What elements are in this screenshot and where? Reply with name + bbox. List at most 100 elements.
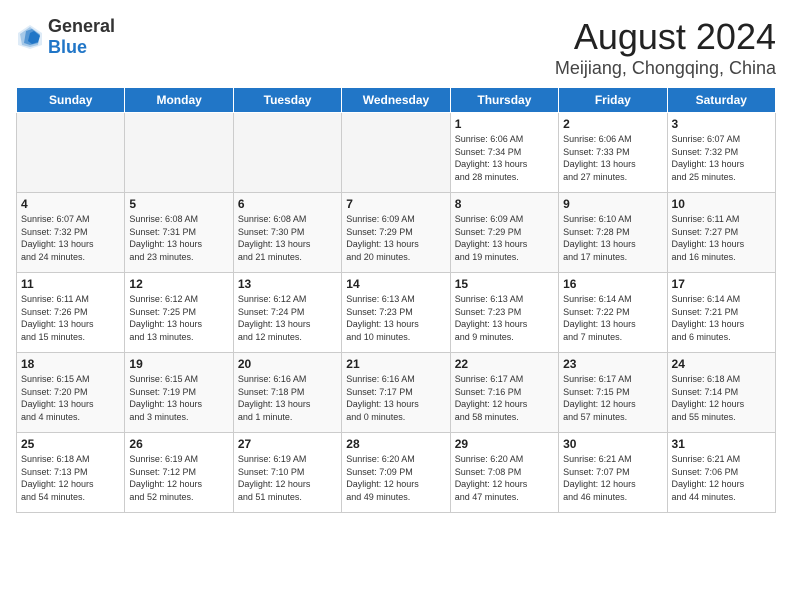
- header-day-sunday: Sunday: [17, 88, 125, 113]
- day-number: 6: [238, 197, 337, 211]
- day-info: Sunrise: 6:18 AM Sunset: 7:14 PM Dayligh…: [672, 373, 771, 423]
- day-number: 21: [346, 357, 445, 371]
- day-info: Sunrise: 6:15 AM Sunset: 7:20 PM Dayligh…: [21, 373, 120, 423]
- calendar-cell: 25 Sunrise: 6:18 AM Sunset: 7:13 PM Dayli…: [17, 433, 125, 513]
- header-day-tuesday: Tuesday: [233, 88, 341, 113]
- day-info: Sunrise: 6:13 AM Sunset: 7:23 PM Dayligh…: [346, 293, 445, 343]
- day-number: 11: [21, 277, 120, 291]
- logo: General Blue: [16, 16, 115, 58]
- day-info: Sunrise: 6:09 AM Sunset: 7:29 PM Dayligh…: [346, 213, 445, 263]
- calendar-cell: 6 Sunrise: 6:08 AM Sunset: 7:30 PM Daylig…: [233, 193, 341, 273]
- calendar-week-2: 4 Sunrise: 6:07 AM Sunset: 7:32 PM Daylig…: [17, 193, 776, 273]
- calendar-cell: 8 Sunrise: 6:09 AM Sunset: 7:29 PM Daylig…: [450, 193, 558, 273]
- calendar-cell: 13 Sunrise: 6:12 AM Sunset: 7:24 PM Dayli…: [233, 273, 341, 353]
- day-info: Sunrise: 6:08 AM Sunset: 7:31 PM Dayligh…: [129, 213, 228, 263]
- header-day-saturday: Saturday: [667, 88, 775, 113]
- header-day-friday: Friday: [559, 88, 667, 113]
- header-row: SundayMondayTuesdayWednesdayThursdayFrid…: [17, 88, 776, 113]
- calendar-cell: [125, 113, 233, 193]
- day-number: 8: [455, 197, 554, 211]
- calendar-cell: 30 Sunrise: 6:21 AM Sunset: 7:07 PM Dayli…: [559, 433, 667, 513]
- day-number: 31: [672, 437, 771, 451]
- day-number: 9: [563, 197, 662, 211]
- calendar-cell: 3Sunrise: 6:07 AM Sunset: 7:32 PM Daylig…: [667, 113, 775, 193]
- calendar-cell: 29 Sunrise: 6:20 AM Sunset: 7:08 PM Dayli…: [450, 433, 558, 513]
- day-number: 16: [563, 277, 662, 291]
- day-number: 18: [21, 357, 120, 371]
- day-number: 17: [672, 277, 771, 291]
- calendar-cell: 23 Sunrise: 6:17 AM Sunset: 7:15 PM Dayli…: [559, 353, 667, 433]
- day-info: Sunrise: 6:16 AM Sunset: 7:18 PM Dayligh…: [238, 373, 337, 423]
- day-number: 2: [563, 117, 662, 131]
- header-day-wednesday: Wednesday: [342, 88, 450, 113]
- calendar-week-1: 1Sunrise: 6:06 AM Sunset: 7:34 PM Daylig…: [17, 113, 776, 193]
- calendar-cell: 9Sunrise: 6:10 AM Sunset: 7:28 PM Daylig…: [559, 193, 667, 273]
- day-info: Sunrise: 6:07 AM Sunset: 7:32 PM Dayligh…: [21, 213, 120, 263]
- day-info: Sunrise: 6:07 AM Sunset: 7:32 PM Dayligh…: [672, 133, 771, 183]
- calendar-header: SundayMondayTuesdayWednesdayThursdayFrid…: [17, 88, 776, 113]
- calendar-cell: 16 Sunrise: 6:14 AM Sunset: 7:22 PM Dayli…: [559, 273, 667, 353]
- logo-text: General Blue: [48, 16, 115, 58]
- day-info: Sunrise: 6:12 AM Sunset: 7:24 PM Dayligh…: [238, 293, 337, 343]
- calendar-cell: 7Sunrise: 6:09 AM Sunset: 7:29 PM Daylig…: [342, 193, 450, 273]
- logo-icon: [16, 23, 44, 51]
- day-number: 13: [238, 277, 337, 291]
- calendar-cell: 10Sunrise: 6:11 AM Sunset: 7:27 PM Dayli…: [667, 193, 775, 273]
- calendar-cell: [233, 113, 341, 193]
- calendar-cell: 17Sunrise: 6:14 AM Sunset: 7:21 PM Dayli…: [667, 273, 775, 353]
- calendar-table: SundayMondayTuesdayWednesdayThursdayFrid…: [16, 87, 776, 513]
- calendar-cell: 22 Sunrise: 6:17 AM Sunset: 7:16 PM Dayli…: [450, 353, 558, 433]
- day-info: Sunrise: 6:08 AM Sunset: 7:30 PM Dayligh…: [238, 213, 337, 263]
- day-info: Sunrise: 6:14 AM Sunset: 7:22 PM Dayligh…: [563, 293, 662, 343]
- day-number: 26: [129, 437, 228, 451]
- day-info: Sunrise: 6:06 AM Sunset: 7:34 PM Dayligh…: [455, 133, 554, 183]
- day-number: 25: [21, 437, 120, 451]
- header-day-thursday: Thursday: [450, 88, 558, 113]
- day-info: Sunrise: 6:17 AM Sunset: 7:16 PM Dayligh…: [455, 373, 554, 423]
- calendar-subtitle: Meijiang, Chongqing, China: [555, 58, 776, 79]
- day-number: 20: [238, 357, 337, 371]
- calendar-cell: 12 Sunrise: 6:12 AM Sunset: 7:25 PM Dayli…: [125, 273, 233, 353]
- day-info: Sunrise: 6:21 AM Sunset: 7:06 PM Dayligh…: [672, 453, 771, 503]
- day-info: Sunrise: 6:21 AM Sunset: 7:07 PM Dayligh…: [563, 453, 662, 503]
- day-info: Sunrise: 6:19 AM Sunset: 7:12 PM Dayligh…: [129, 453, 228, 503]
- day-info: Sunrise: 6:12 AM Sunset: 7:25 PM Dayligh…: [129, 293, 228, 343]
- day-number: 23: [563, 357, 662, 371]
- day-number: 19: [129, 357, 228, 371]
- day-number: 12: [129, 277, 228, 291]
- day-number: 4: [21, 197, 120, 211]
- day-number: 27: [238, 437, 337, 451]
- day-number: 30: [563, 437, 662, 451]
- day-number: 22: [455, 357, 554, 371]
- day-info: Sunrise: 6:19 AM Sunset: 7:10 PM Dayligh…: [238, 453, 337, 503]
- day-info: Sunrise: 6:09 AM Sunset: 7:29 PM Dayligh…: [455, 213, 554, 263]
- day-info: Sunrise: 6:17 AM Sunset: 7:15 PM Dayligh…: [563, 373, 662, 423]
- calendar-cell: 14Sunrise: 6:13 AM Sunset: 7:23 PM Dayli…: [342, 273, 450, 353]
- calendar-cell: 2 Sunrise: 6:06 AM Sunset: 7:33 PM Daylig…: [559, 113, 667, 193]
- day-info: Sunrise: 6:06 AM Sunset: 7:33 PM Dayligh…: [563, 133, 662, 183]
- title-area: August 2024 Meijiang, Chongqing, China: [555, 16, 776, 79]
- calendar-cell: 26 Sunrise: 6:19 AM Sunset: 7:12 PM Dayli…: [125, 433, 233, 513]
- logo-general: General: [48, 16, 115, 36]
- day-info: Sunrise: 6:15 AM Sunset: 7:19 PM Dayligh…: [129, 373, 228, 423]
- day-info: Sunrise: 6:13 AM Sunset: 7:23 PM Dayligh…: [455, 293, 554, 343]
- calendar-cell: 18 Sunrise: 6:15 AM Sunset: 7:20 PM Dayli…: [17, 353, 125, 433]
- calendar-cell: [17, 113, 125, 193]
- day-info: Sunrise: 6:20 AM Sunset: 7:08 PM Dayligh…: [455, 453, 554, 503]
- calendar-cell: 5Sunrise: 6:08 AM Sunset: 7:31 PM Daylig…: [125, 193, 233, 273]
- calendar-title: August 2024: [555, 16, 776, 58]
- day-number: 28: [346, 437, 445, 451]
- header: General Blue August 2024 Meijiang, Chong…: [16, 16, 776, 79]
- day-number: 15: [455, 277, 554, 291]
- calendar-week-5: 25 Sunrise: 6:18 AM Sunset: 7:13 PM Dayli…: [17, 433, 776, 513]
- calendar-cell: 31 Sunrise: 6:21 AM Sunset: 7:06 PM Dayli…: [667, 433, 775, 513]
- calendar-cell: [342, 113, 450, 193]
- calendar-cell: 20 Sunrise: 6:16 AM Sunset: 7:18 PM Dayli…: [233, 353, 341, 433]
- day-info: Sunrise: 6:18 AM Sunset: 7:13 PM Dayligh…: [21, 453, 120, 503]
- day-info: Sunrise: 6:11 AM Sunset: 7:26 PM Dayligh…: [21, 293, 120, 343]
- day-number: 29: [455, 437, 554, 451]
- calendar-cell: 19 Sunrise: 6:15 AM Sunset: 7:19 PM Dayli…: [125, 353, 233, 433]
- day-info: Sunrise: 6:11 AM Sunset: 7:27 PM Dayligh…: [672, 213, 771, 263]
- calendar-cell: 15 Sunrise: 6:13 AM Sunset: 7:23 PM Dayli…: [450, 273, 558, 353]
- calendar-week-3: 11 Sunrise: 6:11 AM Sunset: 7:26 PM Dayli…: [17, 273, 776, 353]
